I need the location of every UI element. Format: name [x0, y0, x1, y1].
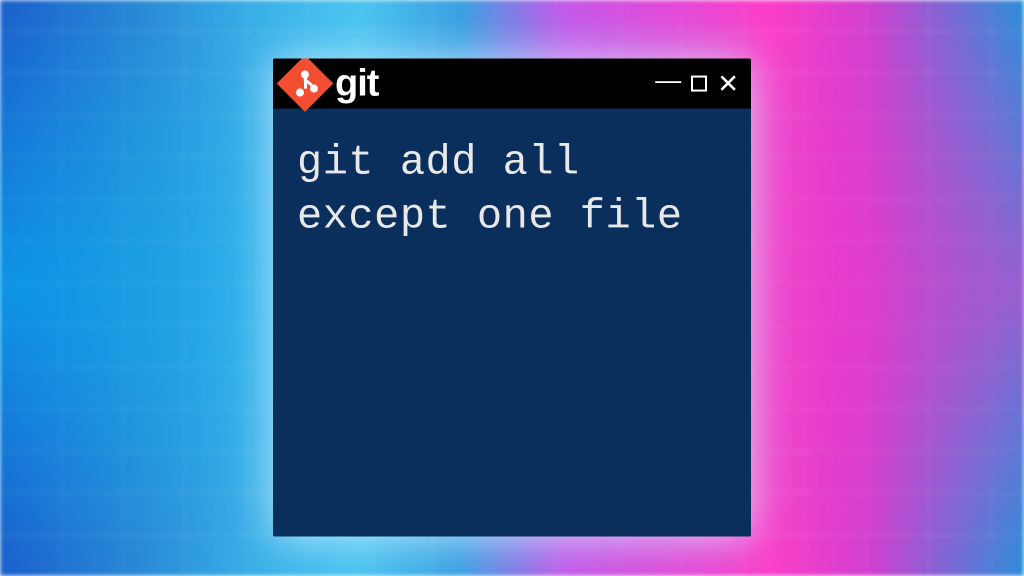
maximize-icon[interactable] [691, 76, 707, 92]
window-title: git [335, 62, 378, 105]
terminal-body[interactable]: git add all except one file [273, 109, 751, 537]
titlebar-left: git [285, 62, 378, 105]
git-logo-icon [277, 59, 334, 112]
minimize-icon[interactable]: — [655, 67, 681, 93]
window-controls: — ✕ [655, 71, 739, 97]
terminal-content: git add all except one file [297, 137, 727, 245]
window-titlebar[interactable]: git — ✕ [273, 59, 751, 109]
terminal-window: git — ✕ git add all except one file [273, 59, 751, 537]
close-icon[interactable]: ✕ [717, 71, 739, 97]
